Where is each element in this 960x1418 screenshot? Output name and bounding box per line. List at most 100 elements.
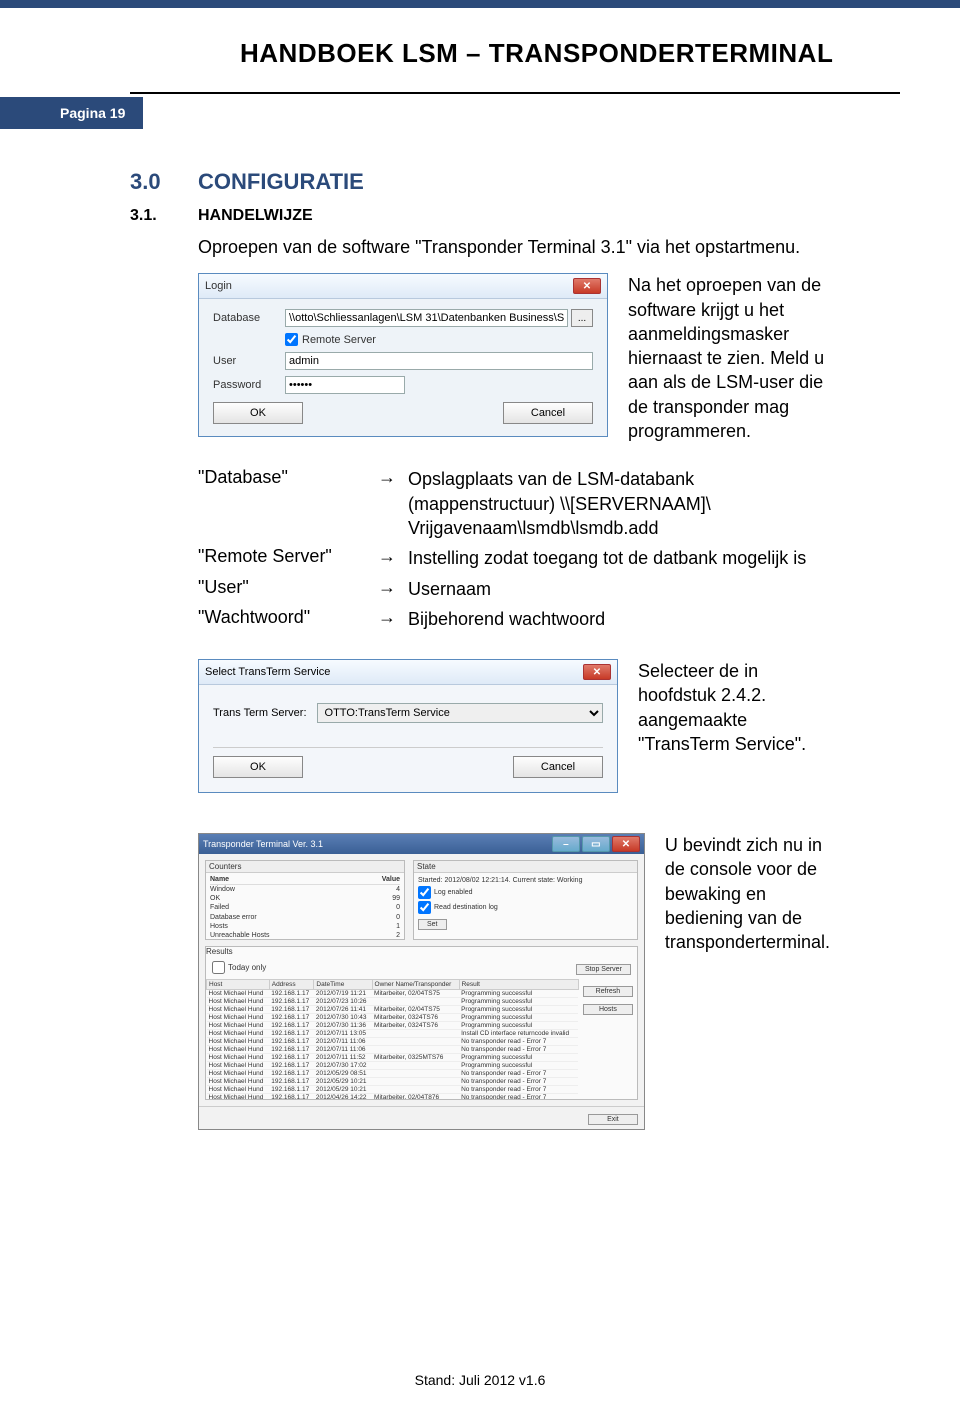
table-header: Owner Name/Transponder	[372, 980, 459, 990]
definitions-list: "Database" → Opslagplaats van de LSM-dat…	[198, 467, 830, 631]
table-row[interactable]: Host Michael Hund192.168.1.172012/07/11 …	[207, 1030, 579, 1038]
transterm-server-select[interactable]: OTTO:TransTerm Service	[317, 703, 603, 723]
select-description: Selecteer de in hoofdstuk 2.4.2. aangema…	[638, 659, 830, 756]
table-header: Host	[207, 980, 270, 990]
select-transterm-dialog: Select TransTerm Service ✕ Trans Term Se…	[198, 659, 618, 793]
footer-text: Stand: Juli 2012 v1.6	[0, 1372, 960, 1388]
counters-col-name: Name	[210, 875, 229, 884]
counter-row: Unreachable Hosts2	[210, 931, 400, 940]
def-key: "Remote Server"	[198, 546, 378, 570]
top-stripe	[0, 0, 960, 8]
hosts-button[interactable]: Hosts	[583, 1004, 633, 1015]
cancel-button[interactable]: Cancel	[513, 756, 603, 778]
log-enabled-checkbox[interactable]	[418, 886, 431, 899]
password-input[interactable]	[285, 376, 405, 394]
def-key: "Database"	[198, 467, 378, 540]
console-title: Transponder Terminal Ver. 3.1	[203, 839, 323, 849]
arrow-icon: →	[378, 546, 408, 570]
read-dest-checkbox[interactable]	[418, 901, 431, 914]
results-header: Results	[206, 947, 637, 956]
table-row[interactable]: Host Michael Hund192.168.1.172012/07/11 …	[207, 1046, 579, 1054]
title-underline	[130, 92, 900, 94]
table-row[interactable]: Host Michael Hund192.168.1.172012/07/23 …	[207, 998, 579, 1006]
section-number: 3.0	[130, 169, 180, 195]
def-value: Instelling zodat toegang tot de datbank …	[408, 546, 830, 570]
def-key: "User"	[198, 577, 378, 601]
close-icon[interactable]: ✕	[612, 836, 640, 852]
counter-row: Failed0	[210, 903, 400, 912]
table-row[interactable]: Host Michael Hund192.168.1.172012/05/29 …	[207, 1086, 579, 1094]
results-panel: Results Today only Stop Server HostAddre…	[205, 946, 638, 1100]
counters-panel: Counters Name Value Window4OK99Failed0Da…	[205, 860, 405, 940]
table-header: DateTime	[314, 980, 372, 990]
select-dialog-title: Select TransTerm Service	[205, 666, 330, 678]
intro-text: Oproepen van de software "Transponder Te…	[198, 235, 830, 259]
log-enabled-label: Log enabled	[434, 889, 473, 896]
table-row[interactable]: Host Michael Hund192.168.1.172012/07/30 …	[207, 1022, 579, 1030]
table-row[interactable]: Host Michael Hund192.168.1.172012/07/26 …	[207, 1006, 579, 1014]
table-row[interactable]: Host Michael Hund192.168.1.172012/07/11 …	[207, 1038, 579, 1046]
close-icon[interactable]: ✕	[583, 664, 611, 680]
table-header: Address	[269, 980, 314, 990]
table-row[interactable]: Host Michael Hund192.168.1.172012/07/30 …	[207, 1062, 579, 1070]
state-text: Started: 2012/08/02 12:21:14. Current st…	[418, 877, 633, 884]
database-input[interactable]	[285, 309, 568, 327]
subsection-number: 3.1.	[130, 207, 180, 225]
counters-col-value: Value	[382, 875, 400, 884]
maximize-icon[interactable]: ▭	[582, 836, 610, 852]
exit-button[interactable]: Exit	[588, 1114, 638, 1125]
table-row[interactable]: Host Michael Hund192.168.1.172012/07/30 …	[207, 1014, 579, 1022]
state-panel: State Started: 2012/08/02 12:21:14. Curr…	[413, 860, 638, 940]
table-row[interactable]: Host Michael Hund192.168.1.172012/07/19 …	[207, 990, 579, 998]
arrow-icon: →	[378, 467, 408, 540]
ok-button[interactable]: OK	[213, 756, 303, 778]
set-button[interactable]: Set	[418, 919, 447, 930]
def-value: Bijbehorend wachtwoord	[408, 607, 830, 631]
console-description: U bevindt zich nu in de console voor de …	[665, 833, 830, 954]
cancel-button[interactable]: Cancel	[503, 402, 593, 424]
document-title: HANDBOEK LSM – TRANSPONDERTERMINAL	[240, 38, 960, 69]
login-dialog-title: Login	[205, 280, 232, 292]
counter-row: Window4	[210, 885, 400, 894]
user-input[interactable]	[285, 352, 593, 370]
table-row[interactable]: Host Michael Hund192.168.1.172012/07/11 …	[207, 1054, 579, 1062]
counter-row: Database error0	[210, 913, 400, 922]
close-icon[interactable]: ✕	[573, 278, 601, 294]
results-table: HostAddressDateTimeOwner Name/Transponde…	[206, 979, 579, 1099]
def-value: Usernaam	[408, 577, 830, 601]
transterm-server-label: Trans Term Server:	[213, 707, 307, 719]
counter-row: OK99	[210, 894, 400, 903]
page-badge: Pagina 19	[0, 97, 143, 129]
counters-header: Counters	[206, 861, 404, 873]
login-dialog: Login ✕ Database ... Remote Server User	[198, 273, 608, 437]
browse-button[interactable]: ...	[571, 309, 593, 327]
header-region: HANDBOEK LSM – TRANSPONDERTERMINAL Pagin…	[0, 8, 960, 129]
content-area: 3.0 CONFIGURATIE 3.1. HANDELWIJZE Oproep…	[130, 169, 830, 1130]
counter-row: Hosts1	[210, 922, 400, 931]
subsection-title: HANDELWIJZE	[198, 207, 313, 225]
refresh-button[interactable]: Refresh	[583, 986, 633, 997]
def-key: "Wachtwoord"	[198, 607, 378, 631]
minimize-icon[interactable]: –	[552, 836, 580, 852]
table-header: Result	[459, 980, 578, 990]
remote-server-checkbox[interactable]	[285, 333, 298, 346]
console-window: Transponder Terminal Ver. 3.1 – ▭ ✕ Coun…	[198, 833, 645, 1130]
table-row[interactable]: Host Michael Hund192.168.1.172012/05/29 …	[207, 1070, 579, 1078]
password-label: Password	[213, 379, 285, 391]
today-only-label: Today only	[228, 963, 266, 972]
arrow-icon: →	[378, 577, 408, 601]
arrow-icon: →	[378, 607, 408, 631]
remote-server-label: Remote Server	[302, 334, 376, 346]
state-header: State	[414, 861, 637, 873]
stop-server-button[interactable]: Stop Server	[576, 964, 631, 975]
table-row[interactable]: Host Michael Hund192.168.1.172012/05/29 …	[207, 1078, 579, 1086]
today-only-checkbox[interactable]	[212, 961, 225, 974]
section-title: CONFIGURATIE	[198, 169, 364, 195]
login-description: Na het oproepen van de software krijgt u…	[628, 273, 830, 443]
database-label: Database	[213, 312, 285, 324]
ok-button[interactable]: OK	[213, 402, 303, 424]
user-label: User	[213, 355, 285, 367]
def-value: Opslagplaats van de LSM-databank (mappen…	[408, 467, 830, 540]
read-dest-label: Read destination log	[434, 904, 498, 911]
table-row[interactable]: Host Michael Hund192.168.1.172012/04/26 …	[207, 1094, 579, 1100]
